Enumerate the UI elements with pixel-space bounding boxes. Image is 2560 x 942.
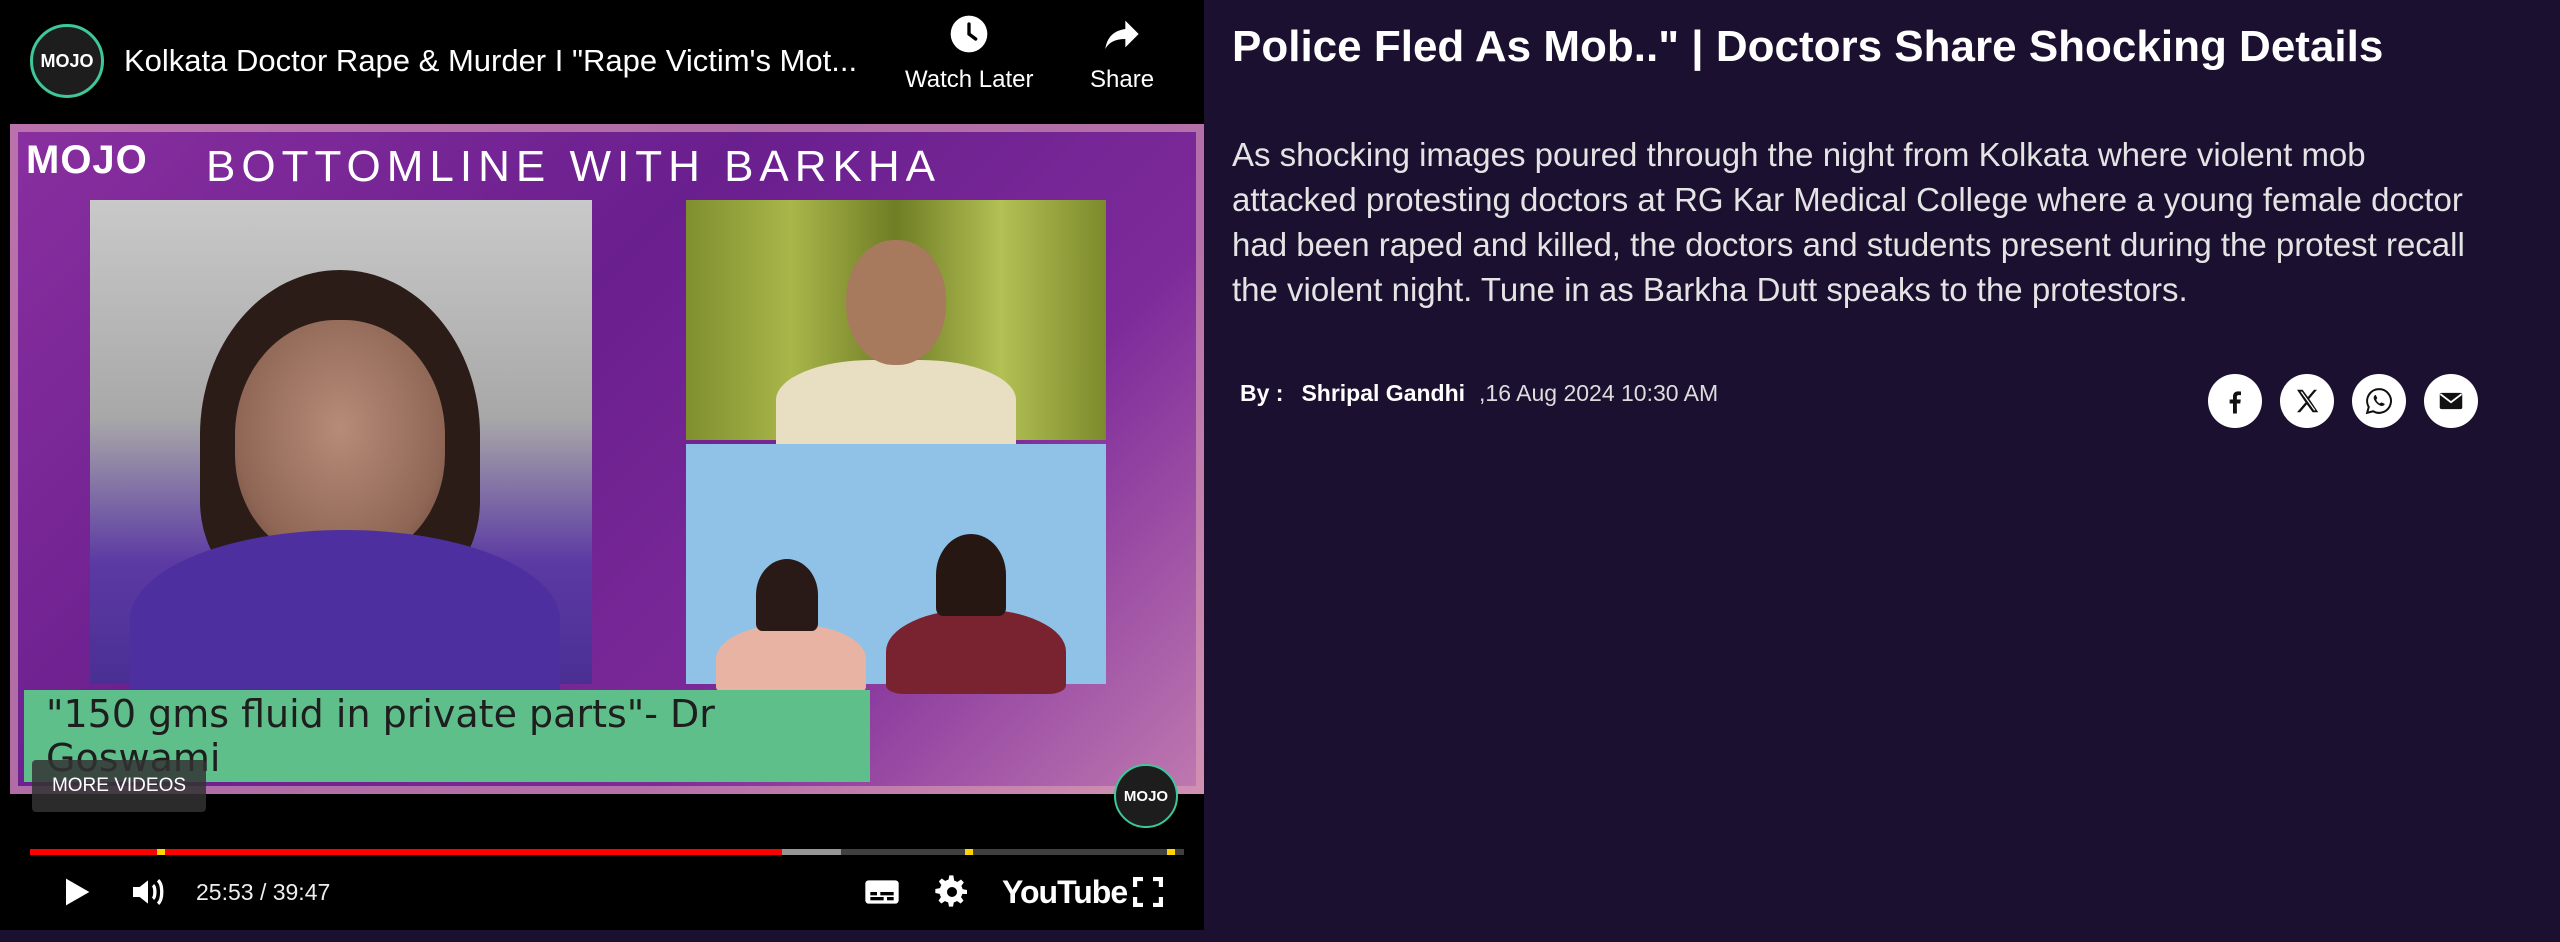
article-title: Police Fled As Mob.." | Doctors Share Sh… — [1232, 22, 2384, 71]
share-whatsapp-button[interactable] — [2352, 374, 2406, 428]
article-summary: As shocking images poured through the ni… — [1232, 136, 2465, 308]
share-facebook-button[interactable] — [2208, 374, 2262, 428]
byline-prefix: By : — [1240, 380, 1284, 406]
byline-author[interactable]: Shripal Gandhi — [1301, 380, 1465, 407]
frame-border — [10, 124, 1204, 794]
volume-icon — [133, 879, 164, 905]
captions-icon — [865, 880, 899, 904]
share-icons — [2208, 374, 2478, 428]
channel-watermark[interactable]: MOJO — [1114, 764, 1178, 828]
video-player[interactable]: MOJO Kolkata Doctor Rape & Murder I "Rap… — [0, 0, 1204, 930]
fullscreen-button[interactable] — [1124, 868, 1172, 916]
settings-button[interactable] — [928, 868, 976, 916]
share-email-button[interactable] — [2424, 374, 2478, 428]
watch-later-label: Watch Later — [905, 66, 1034, 93]
watch-later-button[interactable]: Watch Later — [905, 14, 1034, 94]
fullscreen-icon — [1133, 877, 1163, 907]
whatsapp-icon — [2365, 388, 2392, 415]
channel-avatar[interactable]: MOJO — [30, 24, 104, 98]
chapter-marker — [964, 849, 973, 855]
progress-bar[interactable] — [30, 849, 1184, 855]
byline: By : Shripal Gandhi ,16 Aug 2024 10:30 A… — [1240, 380, 1718, 407]
share-label: Share — [1090, 66, 1155, 93]
volume-button[interactable] — [124, 868, 172, 916]
player-controls: 25:53 / 39:47 YouTube — [0, 862, 1204, 922]
video-title[interactable]: Kolkata Doctor Rape & Murder I "Rape Vic… — [124, 43, 884, 79]
time-display: 25:53 / 39:47 — [196, 878, 331, 905]
share-x-button[interactable] — [2280, 374, 2334, 428]
clock-icon — [950, 15, 988, 53]
x-icon — [2297, 389, 2319, 413]
more-videos-button[interactable]: MORE VIDEOS — [32, 760, 206, 812]
play-icon — [66, 878, 90, 906]
chapter-marker — [1166, 849, 1175, 855]
facebook-icon — [2229, 391, 2241, 414]
byline-date: ,16 Aug 2024 10:30 AM — [1479, 380, 1719, 406]
youtube-logo-button[interactable]: YouTube — [1002, 868, 1128, 916]
play-button[interactable] — [52, 868, 100, 916]
gear-icon — [935, 875, 967, 907]
captions-button[interactable] — [858, 868, 906, 916]
progress-played — [30, 849, 783, 855]
share-button[interactable]: Share — [1090, 14, 1154, 94]
video-frame[interactable]: MOJO BOTTOMLINE WITH BARKHA "150 gms flu… — [10, 124, 1204, 794]
share-arrow-icon — [1105, 20, 1139, 49]
email-icon — [2439, 392, 2463, 410]
chapter-marker — [156, 849, 165, 855]
